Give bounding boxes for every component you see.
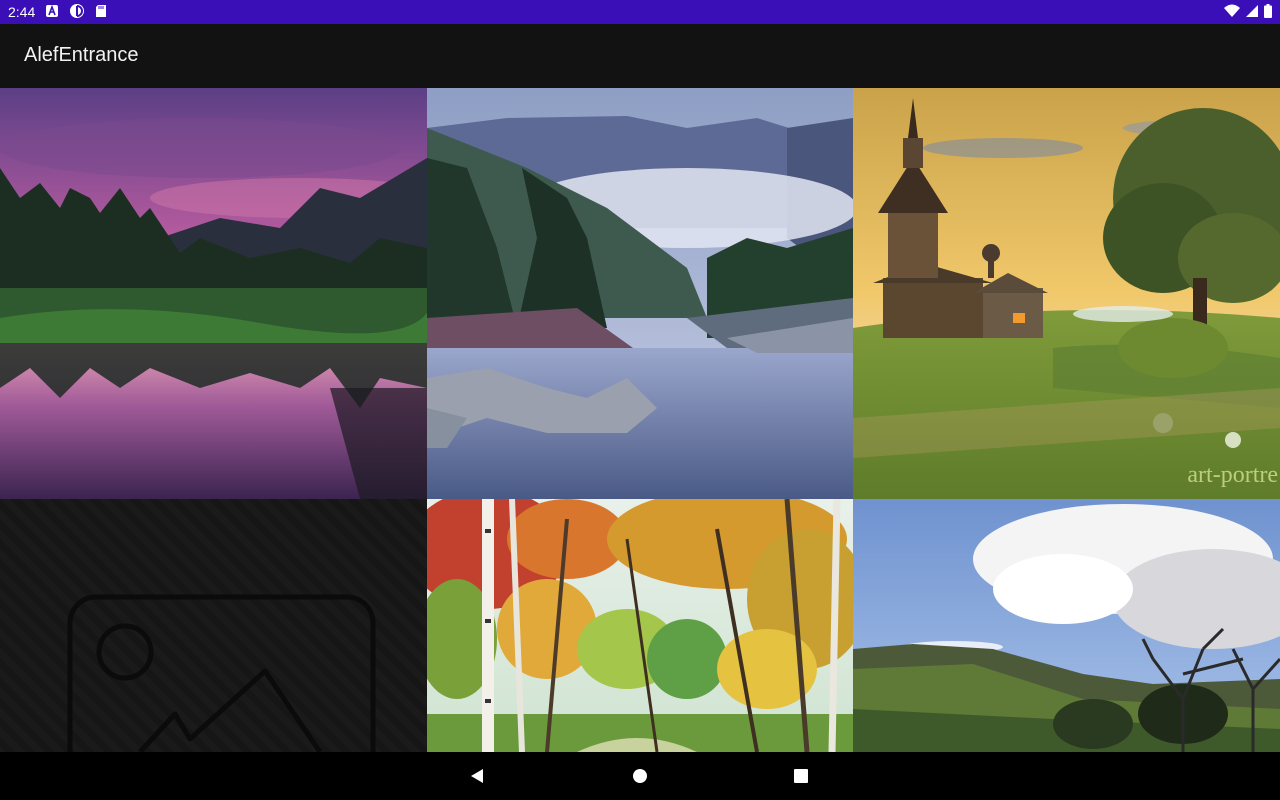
image-watermark: art-portre: [1187, 462, 1278, 488]
sd-card-icon: [95, 4, 107, 21]
wifi-icon: [1224, 4, 1240, 21]
image-placeholder-icon: [0, 499, 427, 752]
app-title: AlefEntrance: [24, 44, 139, 66]
image-gallery-grid: art-portre: [0, 88, 1280, 752]
back-icon: [471, 769, 483, 783]
recents-button[interactable]: [777, 752, 825, 800]
recents-icon: [794, 769, 808, 783]
signal-icon: [1246, 4, 1258, 20]
gallery-image-placeholder[interactable]: [0, 499, 427, 752]
battery-icon: [1264, 3, 1272, 21]
home-icon: [633, 769, 647, 783]
gallery-image-church-painting[interactable]: art-portre: [853, 88, 1280, 499]
back-button[interactable]: [453, 752, 501, 800]
a-notification-icon: [45, 4, 59, 21]
home-button[interactable]: [616, 752, 664, 800]
gallery-image-mountain-river[interactable]: [427, 88, 853, 499]
gallery-image-cloudy-hills[interactable]: [853, 499, 1280, 752]
cloud-sync-icon: [69, 3, 85, 22]
status-bar: 2:44: [0, 0, 1280, 24]
gallery-image-autumn-forest[interactable]: [427, 499, 853, 752]
app-bar: AlefEntrance: [0, 24, 1280, 88]
status-time: 2:44: [8, 4, 36, 20]
system-navigation-bar: [0, 752, 1280, 800]
gallery-image-sunset-lake[interactable]: [0, 88, 427, 499]
